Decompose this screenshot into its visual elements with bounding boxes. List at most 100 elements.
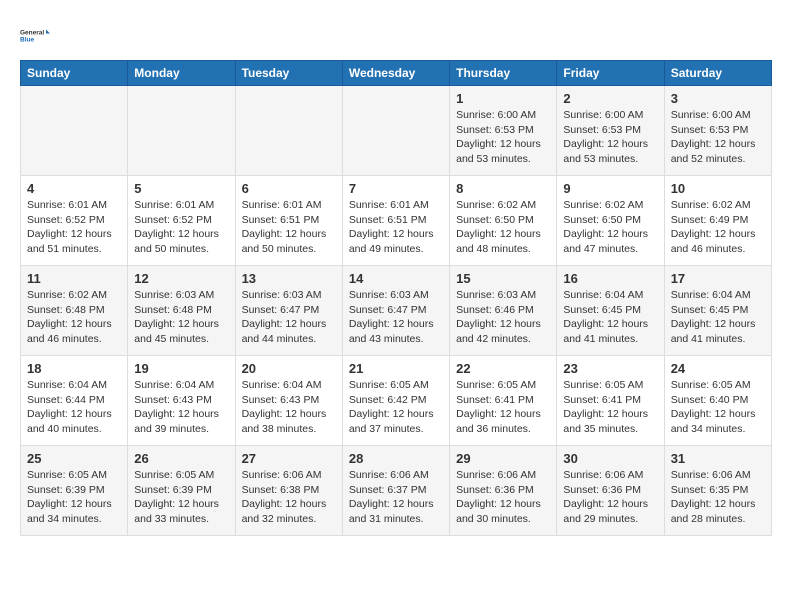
day-info: Sunrise: 6:00 AM Sunset: 6:53 PM Dayligh… — [563, 108, 657, 167]
day-number: 11 — [27, 271, 121, 286]
day-info: Sunrise: 6:03 AM Sunset: 6:47 PM Dayligh… — [242, 288, 336, 347]
calendar-cell: 4 Sunrise: 6:01 AM Sunset: 6:52 PM Daylig… — [21, 176, 128, 266]
calendar-cell: 15Sunrise: 6:03 AM Sunset: 6:46 PM Dayli… — [450, 266, 557, 356]
calendar-cell: 26 Sunrise: 6:05 AM Sunset: 6:39 PM Dayli… — [128, 446, 235, 536]
day-info: Sunrise: 6:03 AM Sunset: 6:46 PM Dayligh… — [456, 288, 550, 347]
day-number: 2 — [563, 91, 657, 106]
calendar-cell: 27Sunrise: 6:06 AM Sunset: 6:38 PM Dayli… — [235, 446, 342, 536]
svg-text:Blue: Blue — [20, 37, 34, 44]
calendar-cell: 31 Sunrise: 6:06 AM Sunset: 6:35 PM Dayli… — [664, 446, 771, 536]
day-info: Sunrise: 6:04 AM Sunset: 6:44 PM Dayligh… — [27, 378, 121, 437]
day-info: Sunrise: 6:04 AM Sunset: 6:43 PM Dayligh… — [242, 378, 336, 437]
day-number: 26 — [134, 451, 228, 466]
day-number: 17 — [671, 271, 765, 286]
day-number: 1 — [456, 91, 550, 106]
day-info: Sunrise: 6:01 AM Sunset: 6:52 PM Dayligh… — [134, 198, 228, 257]
day-info: Sunrise: 6:02 AM Sunset: 6:50 PM Dayligh… — [456, 198, 550, 257]
day-info: Sunrise: 6:04 AM Sunset: 6:45 PM Dayligh… — [563, 288, 657, 347]
day-info: Sunrise: 6:00 AM Sunset: 6:53 PM Dayligh… — [456, 108, 550, 167]
calendar-cell — [342, 86, 449, 176]
calendar-cell: 28Sunrise: 6:06 AM Sunset: 6:37 PM Dayli… — [342, 446, 449, 536]
day-info: Sunrise: 6:01 AM Sunset: 6:52 PM Dayligh… — [27, 198, 121, 257]
day-number: 14 — [349, 271, 443, 286]
calendar-table: SundayMondayTuesdayWednesdayThursdayFrid… — [20, 60, 772, 536]
day-number: 24 — [671, 361, 765, 376]
day-number: 3 — [671, 91, 765, 106]
header-saturday: Saturday — [664, 61, 771, 86]
day-info: Sunrise: 6:06 AM Sunset: 6:38 PM Dayligh… — [242, 468, 336, 527]
day-info: Sunrise: 6:00 AM Sunset: 6:53 PM Dayligh… — [671, 108, 765, 167]
day-info: Sunrise: 6:03 AM Sunset: 6:47 PM Dayligh… — [349, 288, 443, 347]
calendar-cell: 2 Sunrise: 6:00 AM Sunset: 6:53 PM Daylig… — [557, 86, 664, 176]
calendar-cell: 11 Sunrise: 6:02 AM Sunset: 6:48 PM Dayli… — [21, 266, 128, 356]
day-number: 6 — [242, 181, 336, 196]
calendar-body: 1 Sunrise: 6:00 AM Sunset: 6:53 PM Daylig… — [21, 86, 772, 536]
day-info: Sunrise: 6:02 AM Sunset: 6:48 PM Dayligh… — [27, 288, 121, 347]
day-info: Sunrise: 6:02 AM Sunset: 6:49 PM Dayligh… — [671, 198, 765, 257]
calendar-cell: 17 Sunrise: 6:04 AM Sunset: 6:45 PM Dayli… — [664, 266, 771, 356]
header-sunday: Sunday — [21, 61, 128, 86]
calendar-cell — [235, 86, 342, 176]
header-friday: Friday — [557, 61, 664, 86]
svg-text:General: General — [20, 30, 44, 37]
calendar-cell: 30Sunrise: 6:06 AM Sunset: 6:36 PM Dayli… — [557, 446, 664, 536]
day-number: 4 — [27, 181, 121, 196]
day-info: Sunrise: 6:05 AM Sunset: 6:41 PM Dayligh… — [456, 378, 550, 437]
calendar-cell: 12 Sunrise: 6:03 AM Sunset: 6:48 PM Dayli… — [128, 266, 235, 356]
calendar-cell: 24Sunrise: 6:05 AM Sunset: 6:40 PM Dayli… — [664, 356, 771, 446]
week-row-2: 4 Sunrise: 6:01 AM Sunset: 6:52 PM Daylig… — [21, 176, 772, 266]
day-number: 18 — [27, 361, 121, 376]
calendar-cell: 9Sunrise: 6:02 AM Sunset: 6:50 PM Daylig… — [557, 176, 664, 266]
day-number: 12 — [134, 271, 228, 286]
calendar-cell: 5 Sunrise: 6:01 AM Sunset: 6:52 PM Daylig… — [128, 176, 235, 266]
calendar-cell: 23 Sunrise: 6:05 AM Sunset: 6:41 PM Dayli… — [557, 356, 664, 446]
calendar-cell: 7Sunrise: 6:01 AM Sunset: 6:51 PM Daylig… — [342, 176, 449, 266]
calendar-cell: 29Sunrise: 6:06 AM Sunset: 6:36 PM Dayli… — [450, 446, 557, 536]
week-row-3: 11 Sunrise: 6:02 AM Sunset: 6:48 PM Dayli… — [21, 266, 772, 356]
day-info: Sunrise: 6:06 AM Sunset: 6:35 PM Dayligh… — [671, 468, 765, 527]
header: General Blue — [20, 20, 772, 50]
day-info: Sunrise: 6:03 AM Sunset: 6:48 PM Dayligh… — [134, 288, 228, 347]
day-number: 29 — [456, 451, 550, 466]
day-number: 21 — [349, 361, 443, 376]
day-info: Sunrise: 6:05 AM Sunset: 6:39 PM Dayligh… — [27, 468, 121, 527]
day-number: 13 — [242, 271, 336, 286]
calendar-cell: 16 Sunrise: 6:04 AM Sunset: 6:45 PM Dayli… — [557, 266, 664, 356]
day-info: Sunrise: 6:05 AM Sunset: 6:39 PM Dayligh… — [134, 468, 228, 527]
calendar-cell: 22Sunrise: 6:05 AM Sunset: 6:41 PM Dayli… — [450, 356, 557, 446]
calendar-header: SundayMondayTuesdayWednesdayThursdayFrid… — [21, 61, 772, 86]
header-monday: Monday — [128, 61, 235, 86]
week-row-5: 25 Sunrise: 6:05 AM Sunset: 6:39 PM Dayli… — [21, 446, 772, 536]
day-info: Sunrise: 6:01 AM Sunset: 6:51 PM Dayligh… — [242, 198, 336, 257]
week-row-4: 18 Sunrise: 6:04 AM Sunset: 6:44 PM Dayli… — [21, 356, 772, 446]
calendar-cell: 21 Sunrise: 6:05 AM Sunset: 6:42 PM Dayli… — [342, 356, 449, 446]
calendar-cell: 1 Sunrise: 6:00 AM Sunset: 6:53 PM Daylig… — [450, 86, 557, 176]
calendar-cell — [128, 86, 235, 176]
day-info: Sunrise: 6:04 AM Sunset: 6:43 PM Dayligh… — [134, 378, 228, 437]
day-number: 8 — [456, 181, 550, 196]
calendar-cell: 8 Sunrise: 6:02 AM Sunset: 6:50 PM Daylig… — [450, 176, 557, 266]
logo-svg: General Blue — [20, 20, 50, 50]
day-number: 23 — [563, 361, 657, 376]
calendar-cell — [21, 86, 128, 176]
header-wednesday: Wednesday — [342, 61, 449, 86]
day-number: 9 — [563, 181, 657, 196]
day-number: 28 — [349, 451, 443, 466]
day-number: 31 — [671, 451, 765, 466]
day-info: Sunrise: 6:05 AM Sunset: 6:41 PM Dayligh… — [563, 378, 657, 437]
calendar-cell: 14 Sunrise: 6:03 AM Sunset: 6:47 PM Dayli… — [342, 266, 449, 356]
calendar-cell: 19Sunrise: 6:04 AM Sunset: 6:43 PM Dayli… — [128, 356, 235, 446]
day-number: 25 — [27, 451, 121, 466]
day-info: Sunrise: 6:04 AM Sunset: 6:45 PM Dayligh… — [671, 288, 765, 347]
day-number: 16 — [563, 271, 657, 286]
day-number: 10 — [671, 181, 765, 196]
day-number: 30 — [563, 451, 657, 466]
day-number: 20 — [242, 361, 336, 376]
calendar-cell: 6 Sunrise: 6:01 AM Sunset: 6:51 PM Daylig… — [235, 176, 342, 266]
header-thursday: Thursday — [450, 61, 557, 86]
day-number: 5 — [134, 181, 228, 196]
day-info: Sunrise: 6:05 AM Sunset: 6:42 PM Dayligh… — [349, 378, 443, 437]
week-row-1: 1 Sunrise: 6:00 AM Sunset: 6:53 PM Daylig… — [21, 86, 772, 176]
logo: General Blue — [20, 20, 50, 50]
calendar-cell: 10 Sunrise: 6:02 AM Sunset: 6:49 PM Dayli… — [664, 176, 771, 266]
